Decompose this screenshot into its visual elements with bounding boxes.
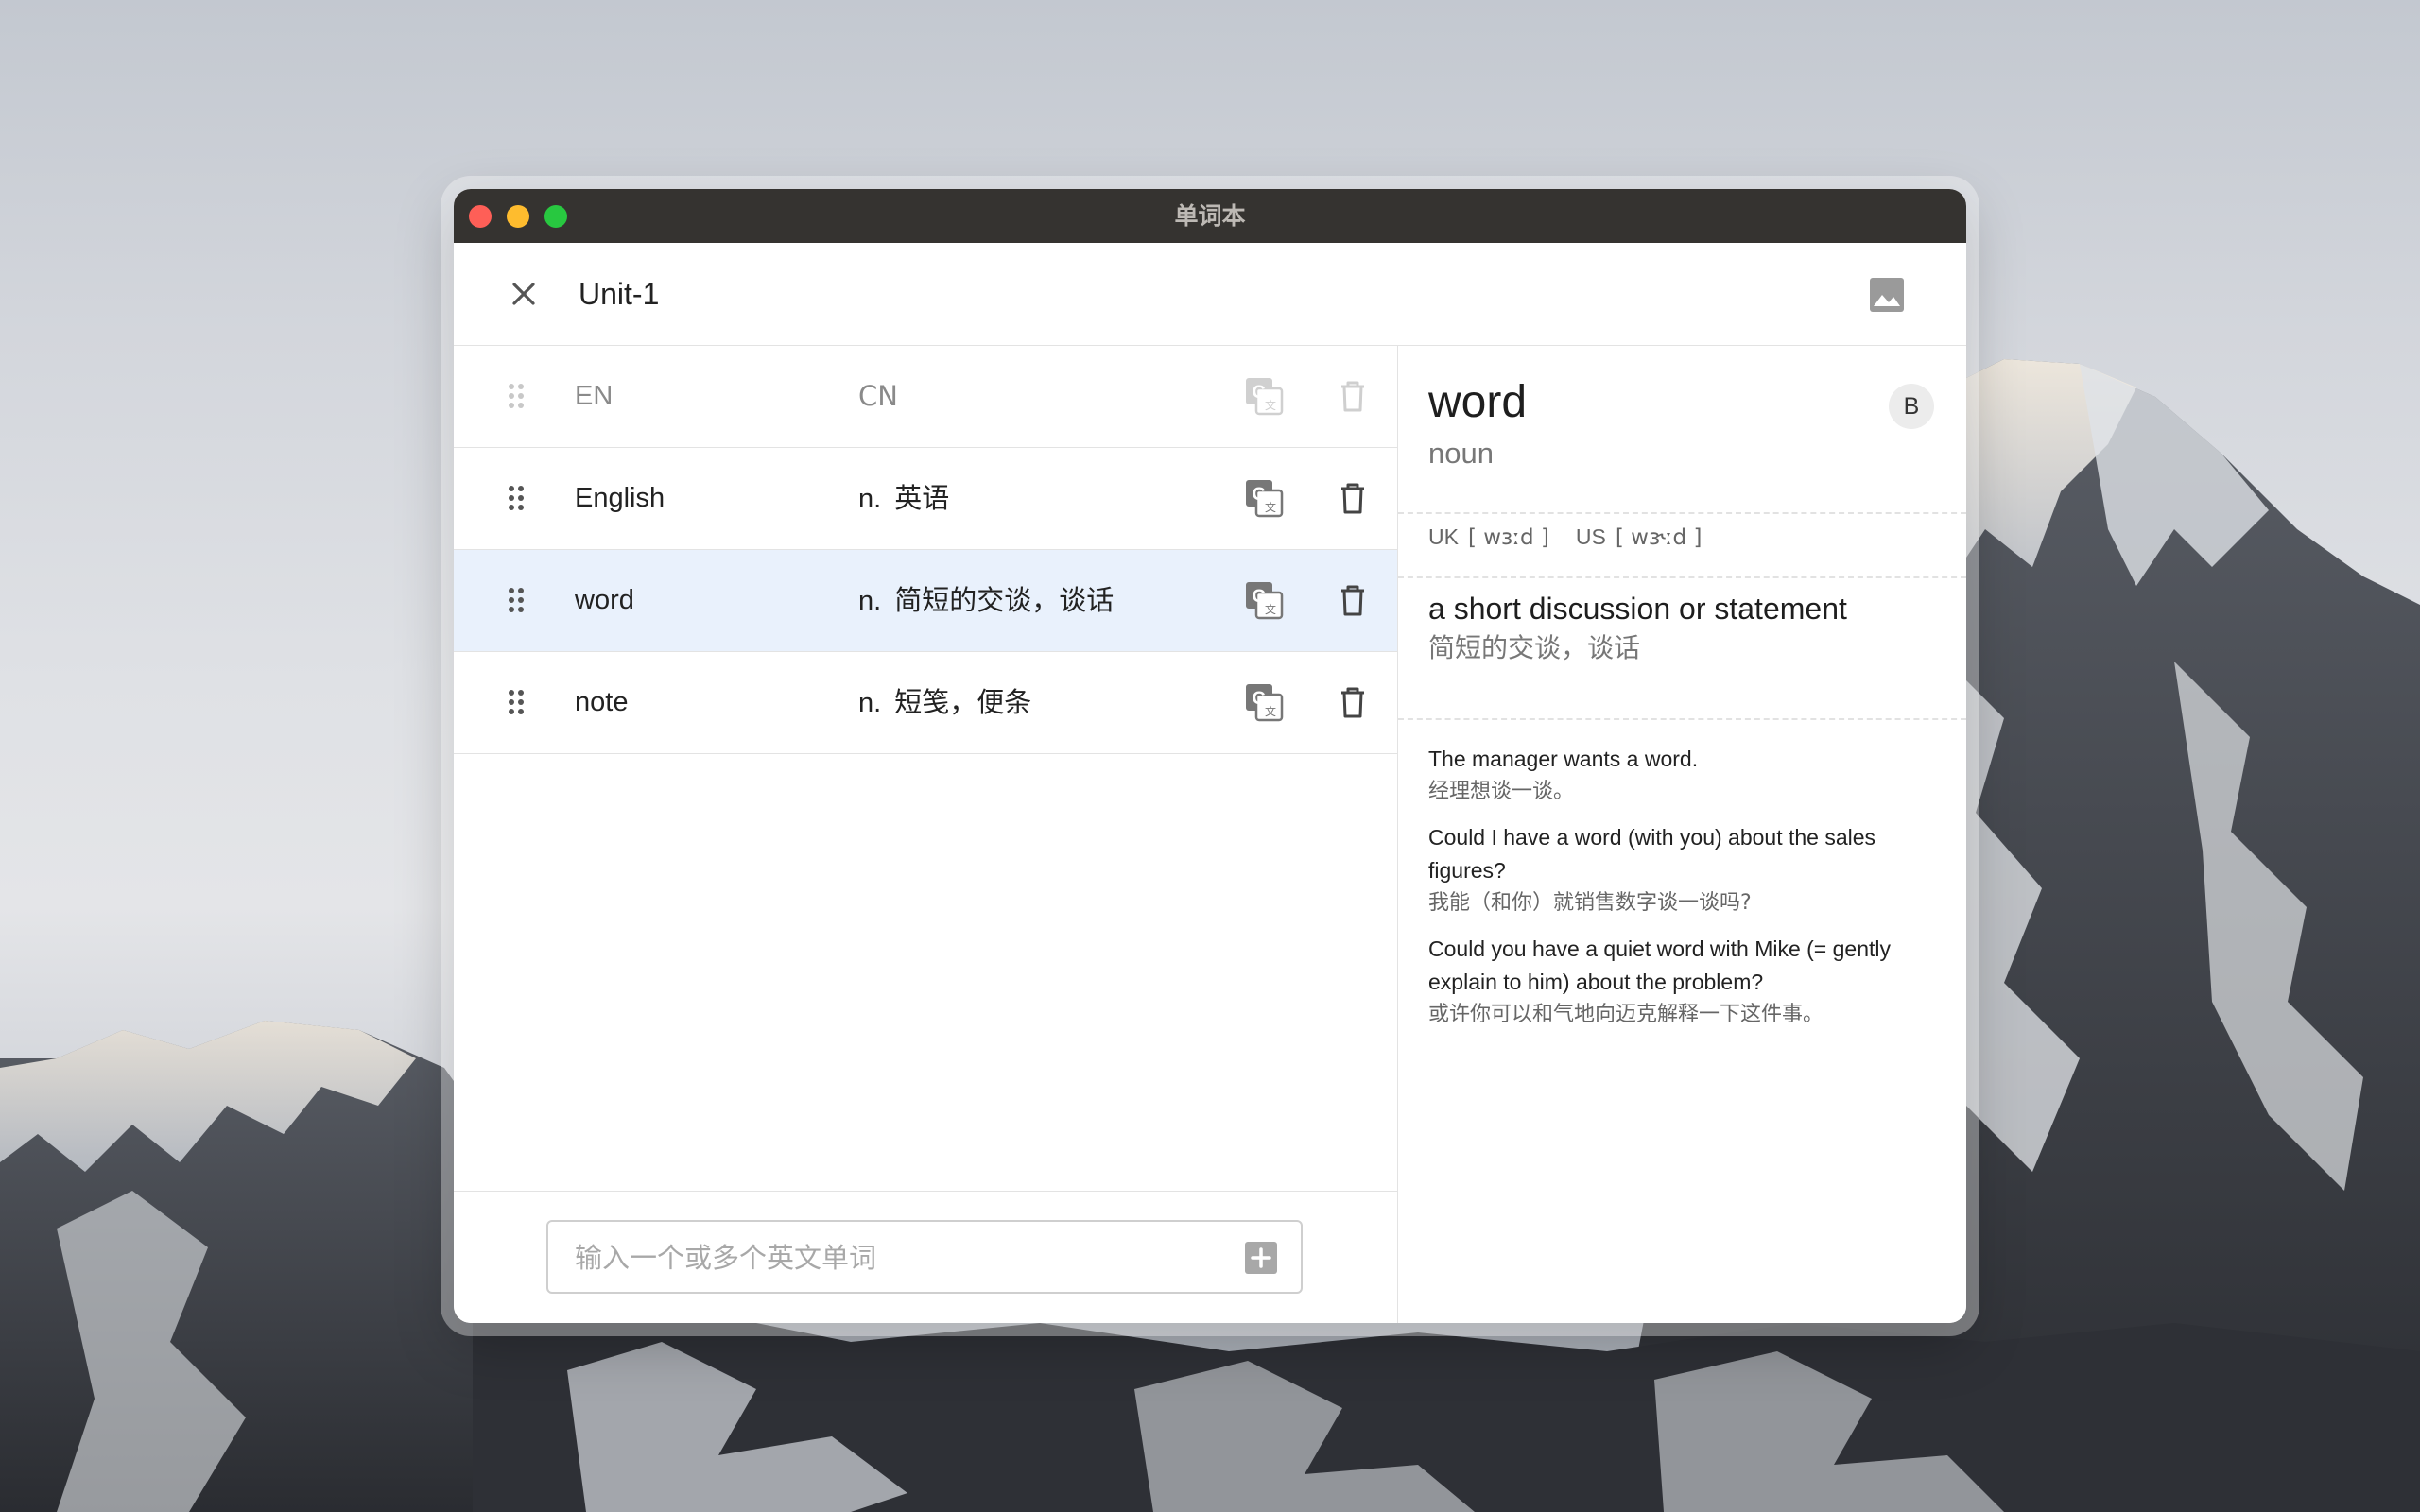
- word-translation: 英语: [894, 482, 950, 514]
- svg-text:文: 文: [1265, 500, 1276, 514]
- word-cn: n. 简短的交谈，谈话: [858, 578, 1114, 623]
- table-row[interactable]: English n. 英语 G 文: [454, 448, 1397, 550]
- word-en: English: [575, 483, 666, 513]
- word-input[interactable]: [573, 1235, 1219, 1280]
- drag-handle-icon[interactable]: [501, 687, 531, 717]
- close-icon[interactable]: [501, 271, 546, 317]
- drag-handle-icon[interactable]: [501, 585, 531, 615]
- word-list-panel: EN CN G 文 English n. 英语 G 文 word n. 简短的交…: [454, 346, 1398, 1323]
- example-en: Could I have a word (with you) about the…: [1428, 825, 1876, 883]
- svg-text:文: 文: [1265, 398, 1276, 412]
- table-row[interactable]: word n. 简短的交谈，谈话 G 文: [454, 550, 1397, 652]
- word-translation: 短笺，便条: [894, 686, 1032, 718]
- trash-icon[interactable]: [1335, 582, 1371, 618]
- window-title: 单词本: [1174, 202, 1246, 230]
- definition-en: a short discussion or statement: [1428, 592, 1847, 626]
- word-input-box: [546, 1220, 1303, 1294]
- drag-handle-icon: [501, 381, 531, 411]
- unit-title: Unit-1: [579, 277, 660, 311]
- example-cn: 经理想谈一谈。: [1428, 780, 1575, 803]
- drag-handle-icon[interactable]: [501, 483, 531, 513]
- uk-label: UK: [1428, 524, 1459, 549]
- word-cn: n. 英语: [858, 476, 949, 521]
- level-badge: B: [1889, 384, 1934, 429]
- add-word-area: [454, 1191, 1397, 1323]
- trash-icon[interactable]: [1335, 684, 1371, 720]
- example-item: Could you have a quiet word with Mike (=…: [1428, 933, 1939, 1031]
- example-cn: 我能（和你）就销售数字谈一谈吗?: [1428, 891, 1752, 915]
- unit-header: Unit-1: [454, 243, 1966, 346]
- word-en: word: [575, 585, 634, 615]
- us-phonetic[interactable]: [ wɝːd ]: [1616, 525, 1703, 550]
- column-header-en: EN: [575, 381, 614, 411]
- definition-cn: 简短的交谈，谈话: [1428, 632, 1641, 663]
- table-row[interactable]: note n. 短笺，便条 G 文: [454, 652, 1397, 754]
- translate-icon[interactable]: G 文: [1244, 682, 1284, 722]
- desktop: 单词本 Unit-1 EN CN G 文 English n. 英语 G 文 w…: [0, 0, 2420, 1512]
- svg-text:文: 文: [1265, 704, 1276, 718]
- example-sentences: The manager wants a word. 经理想谈一谈。 Could …: [1428, 743, 1939, 1044]
- add-icon[interactable]: [1244, 1241, 1278, 1275]
- word-pos: n.: [858, 586, 882, 616]
- translate-icon[interactable]: G 文: [1244, 478, 1284, 518]
- divider: [1398, 718, 1966, 720]
- example-en: The manager wants a word.: [1428, 747, 1699, 771]
- translate-icon: G 文: [1244, 376, 1284, 416]
- column-header-cn: CN: [858, 380, 898, 412]
- word-translation: 简短的交谈，谈话: [894, 584, 1115, 616]
- divider: [1398, 512, 1966, 514]
- phonetics: UK [ wɜːd ] US [ wɝːd ]: [1428, 522, 1702, 553]
- translate-icon[interactable]: G 文: [1244, 580, 1284, 620]
- detail-part-of-speech: noun: [1428, 437, 1494, 470]
- trash-icon[interactable]: [1335, 480, 1371, 516]
- word-detail-panel: word noun B UK [ wɜːd ] US [ wɝːd ] a short…: [1398, 346, 1966, 1323]
- example-item: The manager wants a word. 经理想谈一谈。: [1428, 743, 1939, 808]
- image-icon[interactable]: [1866, 274, 1908, 316]
- title-bar: 单词本: [454, 189, 1966, 244]
- uk-phonetic[interactable]: [ wɜːd ]: [1468, 525, 1549, 550]
- detail-word: word: [1428, 377, 1528, 427]
- word-en: note: [575, 687, 629, 717]
- us-label: US: [1575, 524, 1606, 549]
- word-pos: n.: [858, 688, 882, 718]
- divider: [1398, 576, 1966, 578]
- table-header-row: EN CN G 文: [454, 346, 1397, 448]
- app-window: 单词本 Unit-1 EN CN G 文 English n. 英语 G 文 w…: [454, 189, 1966, 1323]
- svg-text:文: 文: [1265, 602, 1276, 616]
- trash-icon: [1335, 378, 1371, 414]
- example-item: Could I have a word (with you) about the…: [1428, 821, 1939, 919]
- example-en: Could you have a quiet word with Mike (=…: [1428, 936, 1892, 994]
- word-cn: n. 短笺，便条: [858, 680, 1031, 725]
- word-pos: n.: [858, 484, 882, 514]
- example-cn: 或许你可以和气地向迈克解释一下这件事。: [1428, 1003, 1824, 1026]
